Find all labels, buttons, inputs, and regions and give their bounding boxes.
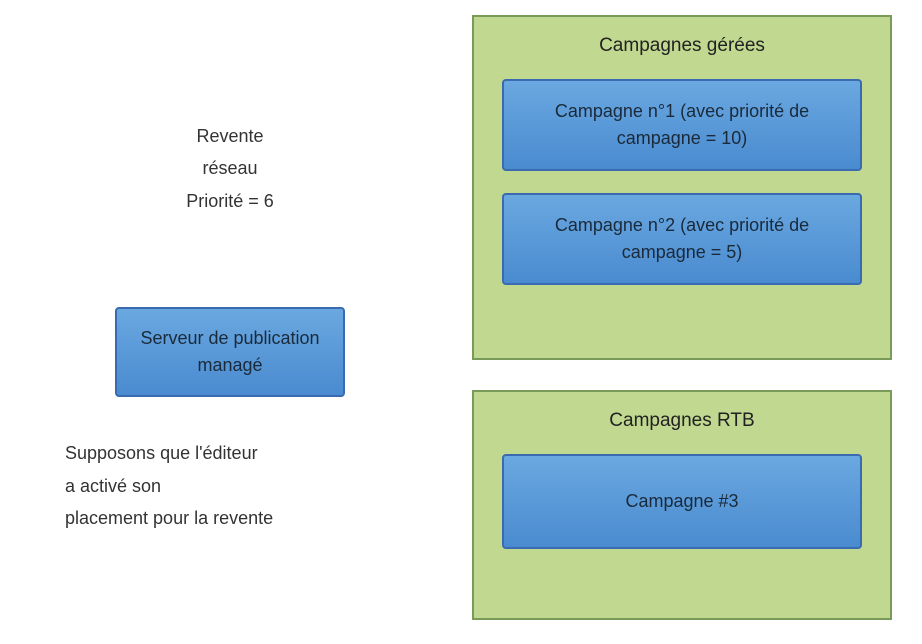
campaign-1-label: Campagne n°1 (avec priorité de campagne … xyxy=(516,98,848,152)
campaign-3-box: Campagne #3 xyxy=(502,454,862,549)
managed-campaigns-title: Campagnes gérées xyxy=(494,35,870,57)
campaign-2-box: Campagne n°2 (avec priorité de campagne … xyxy=(502,193,862,285)
network-label: réseau xyxy=(100,152,360,184)
priority-label: Priorité = 6 xyxy=(100,185,360,217)
assumption-line1: Supposons que l'éditeur xyxy=(65,437,400,469)
assumption-line3: placement pour la revente xyxy=(65,502,400,534)
left-column: Revente réseau Priorité = 6 Serveur de p… xyxy=(60,120,400,534)
assumption-note: Supposons que l'éditeur a activé son pla… xyxy=(60,437,400,534)
campaign-3-label: Campagne #3 xyxy=(625,488,738,515)
publisher-server-box: Serveur de publication managé xyxy=(115,307,345,397)
managed-campaigns-panel: Campagnes gérées Campagne n°1 (avec prio… xyxy=(472,15,892,360)
campaign-2-label: Campagne n°2 (avec priorité de campagne … xyxy=(516,212,848,266)
rtb-campaigns-panel: Campagnes RTB Campagne #3 xyxy=(472,390,892,620)
network-resale-info: Revente réseau Priorité = 6 xyxy=(100,120,360,217)
publisher-server-label: Serveur de publication managé xyxy=(129,325,331,379)
assumption-line2: a activé son xyxy=(65,470,400,502)
campaign-1-box: Campagne n°1 (avec priorité de campagne … xyxy=(502,79,862,171)
resale-label: Revente xyxy=(100,120,360,152)
rtb-campaigns-title: Campagnes RTB xyxy=(494,410,870,432)
